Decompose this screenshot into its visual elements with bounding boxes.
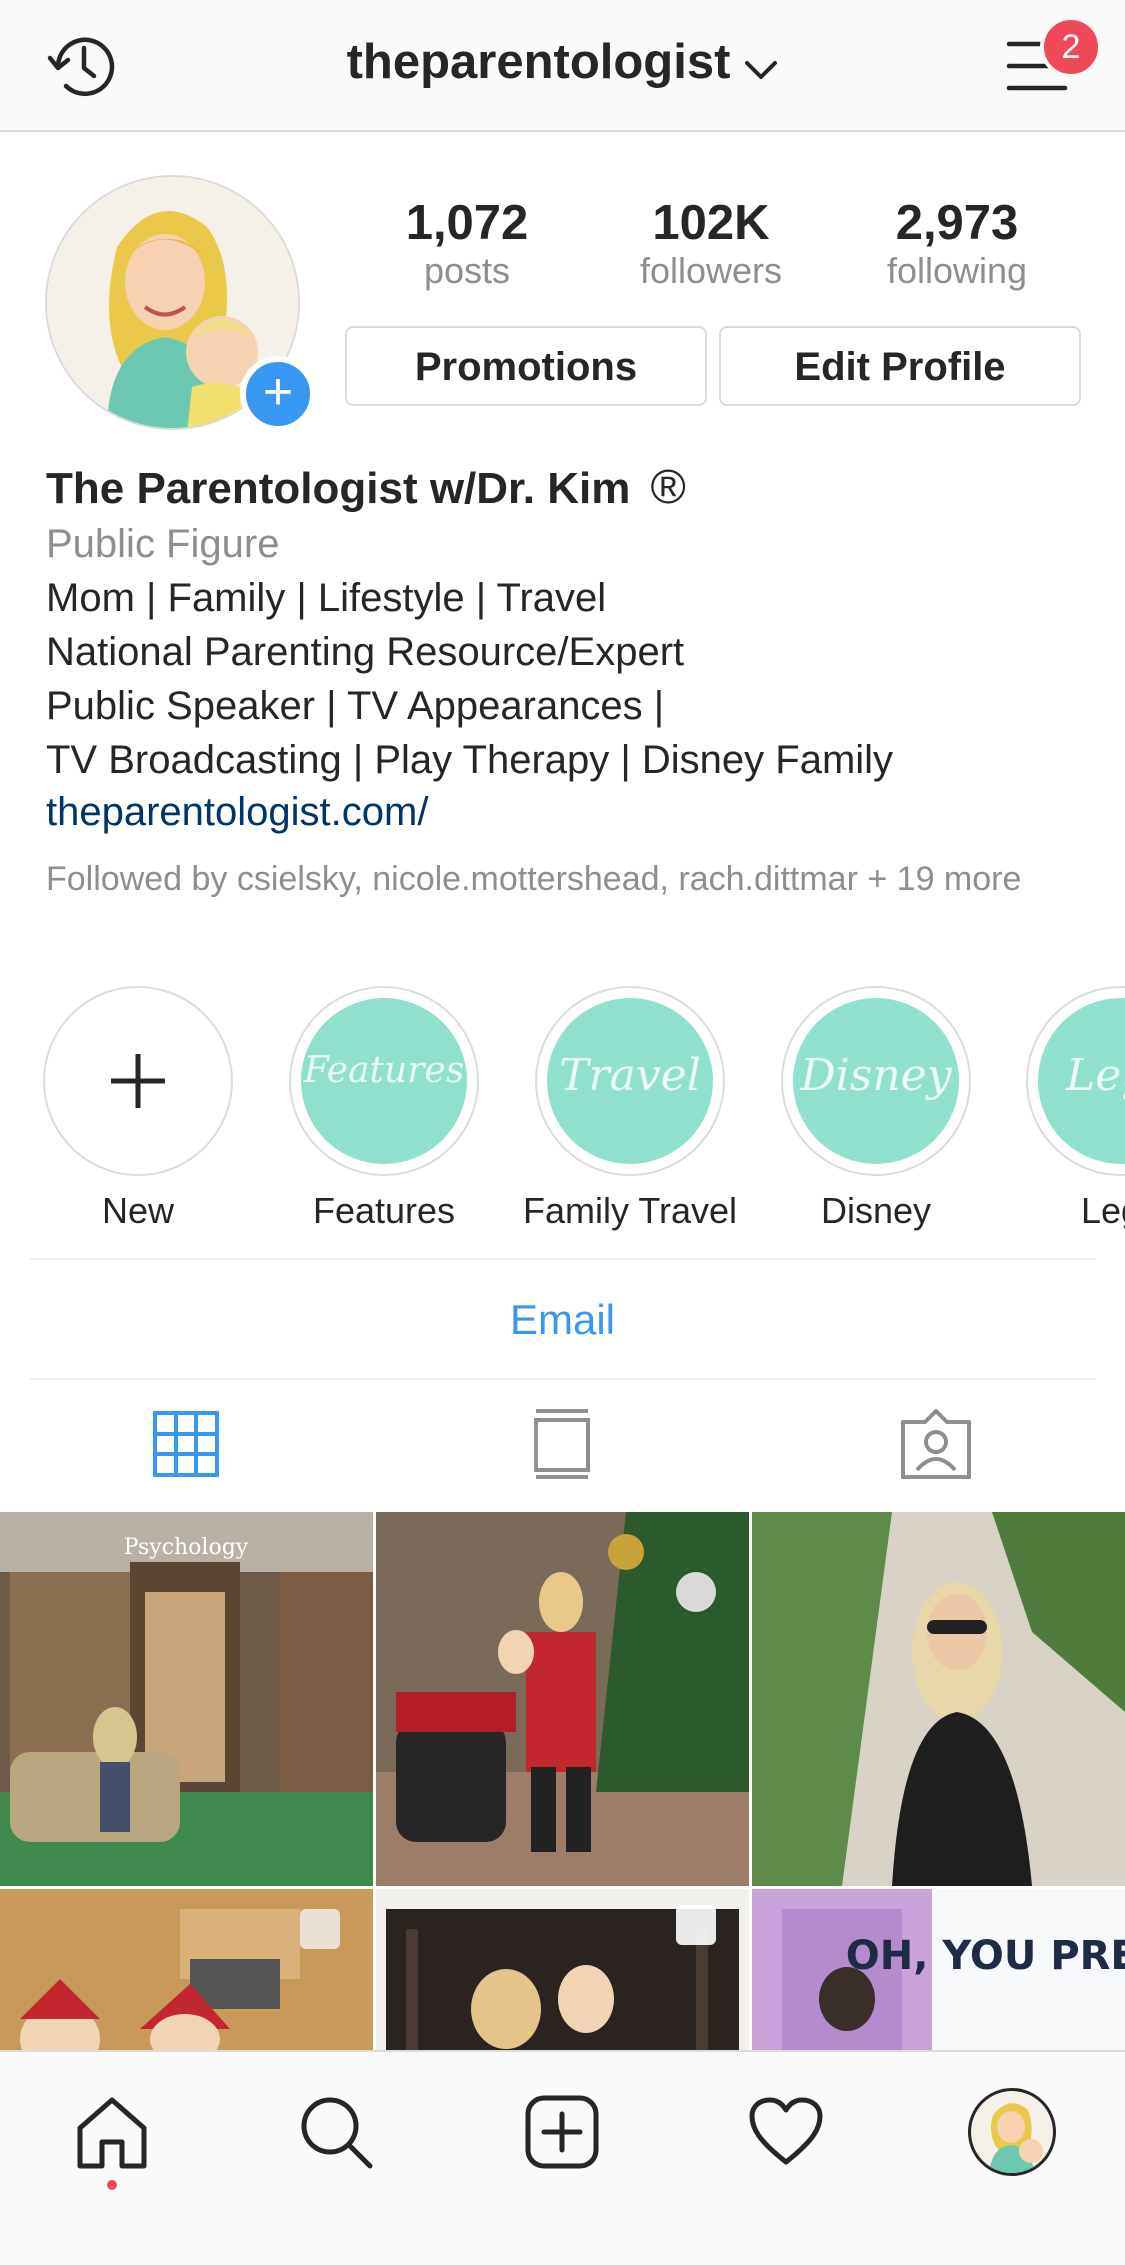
add-story-button[interactable]: +	[240, 356, 316, 432]
divider	[30, 1258, 1095, 1260]
highlight-cover-text: Features	[303, 1050, 465, 1091]
post-sign-text: OH, YOU PRETTY	[846, 1933, 1125, 1979]
new-post-icon[interactable]	[524, 2094, 600, 2170]
search-icon[interactable]	[298, 2094, 374, 2170]
highlight-cover-text: Disney	[800, 1050, 952, 1101]
username-switcher[interactable]: theparentologist	[0, 34, 1125, 93]
profile-category: Public Figure	[46, 522, 280, 566]
edit-profile-button[interactable]: Edit Profile	[719, 326, 1081, 406]
profile-name: The Parentologist w/Dr. Kim ®	[46, 460, 686, 515]
highlight-disney[interactable]: Disney	[781, 986, 971, 1176]
highlight-cover: Lego	[1038, 998, 1125, 1164]
plus-icon	[111, 1054, 165, 1108]
highlight-lego-clip: Lego Lego	[1026, 986, 1125, 1246]
highlight-label: New	[101, 1190, 175, 1231]
tagged-icon[interactable]	[899, 1408, 973, 1480]
post-image	[752, 1512, 1125, 1886]
highlight-new[interactable]	[43, 986, 233, 1176]
feed-icon[interactable]	[532, 1408, 592, 1480]
post-image: OH, YOU PRETTY	[752, 1889, 1125, 2050]
post-image: Psychology	[0, 1512, 373, 1886]
highlight-cover: Features	[301, 998, 467, 1164]
highlight-family-travel[interactable]: Travel	[535, 986, 725, 1176]
post-thumbnail[interactable]	[0, 1889, 373, 2050]
promotions-button[interactable]: Promotions	[345, 326, 707, 406]
bio-line: National Parenting Resource/Expert	[46, 630, 685, 674]
post-image	[376, 1889, 749, 2050]
registered-mark: ®	[650, 461, 686, 514]
followed-by-text[interactable]: Followed by csielsky, nicole.mottershead…	[46, 858, 1086, 900]
highlight-lego[interactable]: Lego	[1026, 986, 1125, 1176]
stat-followers[interactable]: 102K followers	[611, 196, 811, 292]
bio-line: TV Broadcasting | Play Therapy | Disney …	[46, 738, 894, 782]
website-link[interactable]: theparentologist.com/	[46, 790, 428, 835]
highlight-label: Lego	[1080, 1190, 1125, 1231]
profile-name-text: The Parentologist w/Dr. Kim	[46, 464, 631, 513]
username-text: theparentologist	[346, 35, 731, 89]
divider	[30, 1378, 1095, 1380]
profile-tab-avatar[interactable]	[968, 2088, 1056, 2176]
email-button[interactable]: Email	[0, 1296, 1125, 1344]
notification-badge: 2	[1040, 16, 1102, 78]
bio-line: Mom | Family | Lifestyle | Travel	[46, 576, 607, 620]
post-sign-text: Psychology	[124, 1535, 249, 1560]
highlight-label: Features	[312, 1190, 456, 1231]
home-active-dot	[107, 2180, 117, 2190]
highlight-cover: Disney	[793, 998, 959, 1164]
bio-line: Public Speaker | TV Appearances |	[46, 684, 665, 728]
highlight-cover-text: Lego	[1066, 1050, 1125, 1101]
stat-label: followers	[639, 250, 783, 291]
stat-label: posts	[423, 250, 511, 291]
highlight-features[interactable]: Features	[289, 986, 479, 1176]
post-image	[376, 1512, 749, 1886]
post-thumbnail[interactable]: Psychology	[0, 1512, 373, 1886]
post-thumbnail[interactable]: OH, YOU PRETTY	[752, 1889, 1125, 2050]
post-thumbnail[interactable]	[376, 1889, 749, 2050]
highlight-label: Family Travel	[522, 1190, 738, 1231]
home-icon[interactable]	[74, 2094, 150, 2170]
avatar-illustration	[989, 2103, 1043, 2173]
chevron-down-icon	[744, 37, 778, 93]
post-thumbnail[interactable]	[376, 1512, 749, 1886]
post-image	[0, 1889, 373, 2050]
heart-icon[interactable]	[748, 2096, 824, 2168]
post-thumbnail[interactable]	[752, 1512, 1125, 1886]
stat-posts[interactable]: 1,072 posts	[367, 196, 567, 292]
highlight-label: Disney	[820, 1190, 932, 1231]
stat-value: 1,072	[405, 196, 529, 250]
stat-following[interactable]: 2,973 following	[857, 196, 1057, 292]
stat-value: 2,973	[895, 196, 1019, 250]
highlight-cover-text: Travel	[559, 1050, 701, 1101]
stat-value: 102K	[652, 196, 770, 250]
stat-label: following	[886, 250, 1028, 291]
grid-icon[interactable]	[152, 1410, 220, 1478]
highlight-cover: Travel	[547, 998, 713, 1164]
